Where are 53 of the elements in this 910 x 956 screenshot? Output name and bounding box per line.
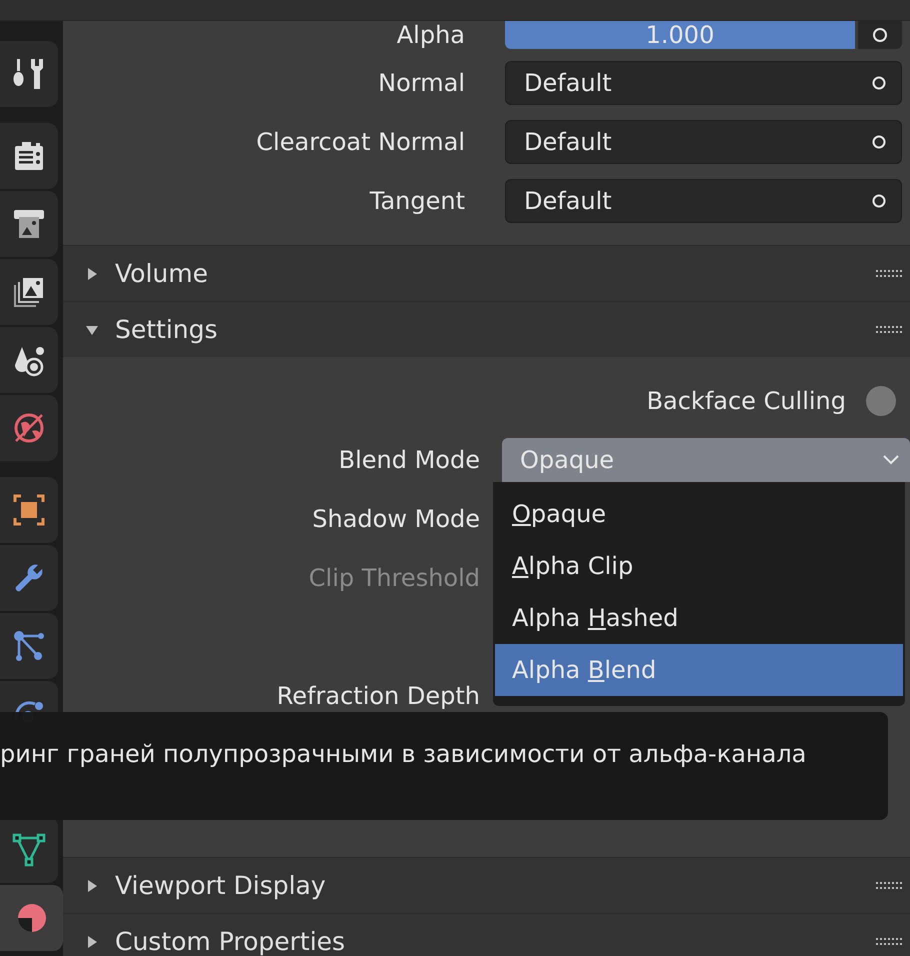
tooltip-text: ринг граней полупрозрачными в зависимости от альфа-канала bbox=[0, 740, 806, 768]
toggle-checkbox[interactable] bbox=[866, 386, 896, 416]
field-label: Normal bbox=[377, 68, 465, 96]
menu-item[interactable]: Alpha Hashed bbox=[493, 592, 905, 644]
properties-tab[interactable] bbox=[0, 259, 58, 325]
properties-tab[interactable] bbox=[0, 545, 58, 611]
panel-header[interactable]: Custom Properties bbox=[63, 913, 910, 956]
field-label: Clip Threshold bbox=[308, 564, 480, 592]
object-square-icon bbox=[12, 493, 46, 527]
field-label: Alpha bbox=[396, 21, 465, 49]
socket-icon bbox=[871, 134, 887, 150]
input-socket-field[interactable]: Default bbox=[505, 60, 902, 104]
field-label: Refraction Depth bbox=[276, 682, 480, 710]
drag-grip-icon[interactable] bbox=[876, 880, 902, 890]
menu-item[interactable]: Alpha Clip bbox=[493, 540, 905, 592]
field-label: Blend Mode bbox=[338, 446, 480, 474]
properties-tab[interactable] bbox=[0, 817, 58, 883]
chevron-down-icon bbox=[882, 454, 900, 466]
menu-item[interactable]: Opaque bbox=[493, 488, 905, 540]
panel-header[interactable]: Volume bbox=[63, 245, 910, 301]
field-label: Shadow Mode bbox=[311, 504, 480, 532]
properties-tab[interactable] bbox=[0, 41, 58, 107]
particle-nodes-icon bbox=[12, 629, 46, 663]
camera-icon bbox=[12, 139, 46, 173]
drag-grip-icon[interactable] bbox=[876, 936, 902, 946]
globe-icon bbox=[12, 411, 46, 445]
field-label: Clearcoat Normal bbox=[255, 128, 465, 156]
image-stack-icon bbox=[12, 275, 46, 309]
collapsed-triangle-icon bbox=[85, 934, 99, 948]
drag-grip-icon[interactable] bbox=[876, 268, 902, 278]
socket-icon bbox=[871, 74, 887, 90]
collapsed-triangle-icon bbox=[85, 266, 99, 280]
properties-tab[interactable] bbox=[0, 191, 58, 257]
panel-header[interactable]: Settings bbox=[63, 301, 910, 357]
panel-header[interactable]: Viewport Display bbox=[63, 857, 910, 913]
drag-grip-icon[interactable] bbox=[876, 324, 902, 334]
collapsed-triangle-icon bbox=[85, 878, 99, 892]
properties-tab[interactable] bbox=[0, 885, 63, 951]
properties-tab[interactable] bbox=[0, 123, 58, 189]
properties-tab[interactable] bbox=[0, 477, 58, 543]
slider-value: 1.000 bbox=[646, 23, 714, 47]
properties-tab[interactable] bbox=[0, 613, 58, 679]
toggle-label: Backface Culling bbox=[646, 386, 846, 414]
properties-tab[interactable] bbox=[0, 327, 58, 393]
mesh-triangle-icon bbox=[12, 833, 46, 867]
socket-icon bbox=[871, 192, 887, 208]
printer-icon bbox=[12, 207, 46, 241]
input-socket-field[interactable]: Default bbox=[505, 178, 902, 222]
socket-button[interactable] bbox=[858, 21, 902, 49]
input-socket-field[interactable]: Default bbox=[505, 120, 902, 164]
field-label: Tangent bbox=[368, 186, 465, 214]
menu-item[interactable]: Alpha Blend bbox=[495, 644, 903, 696]
screwdriver-wrench-icon bbox=[12, 57, 46, 91]
